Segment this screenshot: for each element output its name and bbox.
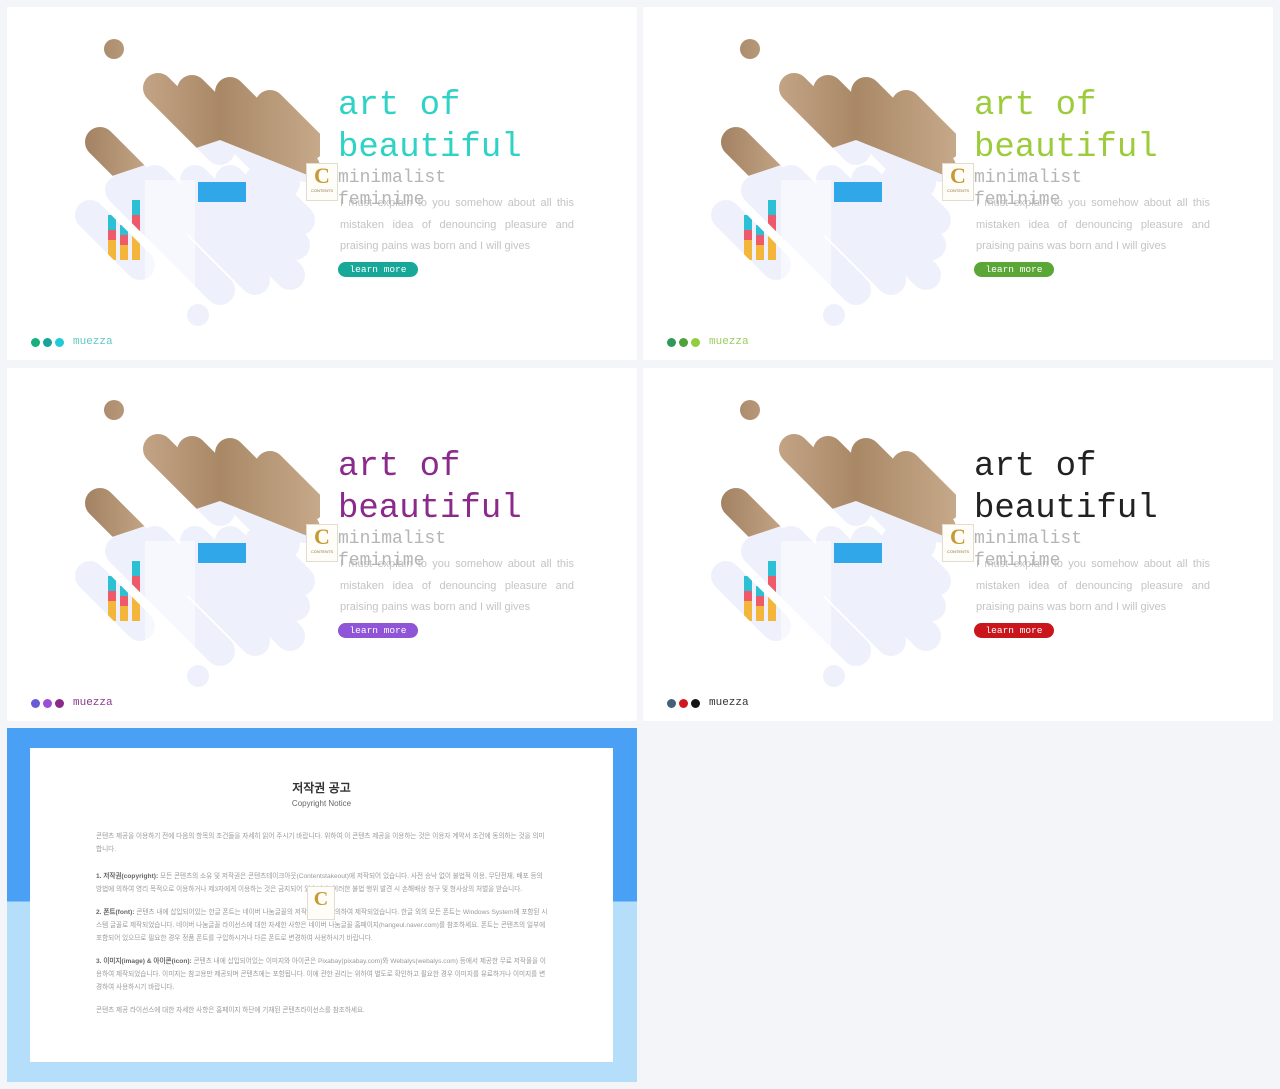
footer-dot-3 <box>55 337 64 347</box>
wood-paper-graphic <box>70 30 320 330</box>
wood-paper-graphic <box>706 30 956 330</box>
footer-dot-2 <box>43 337 52 347</box>
slide-thumbnail-4[interactable]: art of beautiful C CONTENTS I must explai… <box>643 368 1273 721</box>
watermark-logo: C CONTENTS <box>942 524 974 562</box>
slide-title: art of beautiful <box>338 87 522 167</box>
copyright-section-3: 3. 이미지(image) & 아이콘(icon): 콘텐츠 내에 삽입되어있는… <box>96 958 546 991</box>
footer-dot-3 <box>691 698 700 708</box>
slide-subtitle: minimalist feminime <box>974 529 1083 571</box>
footer-dot-1 <box>667 698 676 708</box>
slide-title: art of beautiful <box>974 87 1158 167</box>
copyright-intro: 콘텐츠 제공을 이용하기 전에 다음의 항목의 조건들을 자세히 읽어 주시기 … <box>96 833 545 853</box>
wood-paper-graphic <box>706 391 956 691</box>
brand-name: muezza <box>709 336 749 348</box>
slide-footer: muezza <box>667 697 749 709</box>
slide-thumbnail-3[interactable]: art of beautiful C CONTENTS I must explai… <box>7 368 637 721</box>
footer-dot-2 <box>679 337 688 347</box>
footer-dot-2 <box>43 698 52 708</box>
footer-dot-1 <box>31 698 40 708</box>
learn-more-button[interactable]: learn more <box>338 623 418 638</box>
footer-dot-2 <box>679 698 688 708</box>
watermark-logo: C CONTENTS <box>942 163 974 201</box>
wood-paper-graphic <box>70 391 320 691</box>
learn-more-button[interactable]: learn more <box>338 262 418 277</box>
slide-thumbnail-1[interactable]: art of beautiful C CONTENTS I must explai… <box>7 7 637 360</box>
copyright-outro: 콘텐츠 제공 라이선스에 대한 자세한 사항은 홈페이지 하단에 기재된 콘텐츠… <box>96 1007 365 1014</box>
brand-name: muezza <box>709 697 749 709</box>
slide-title: art of beautiful <box>974 448 1158 528</box>
watermark-logo: C <box>307 886 335 920</box>
slide-subtitle: minimalist feminime <box>974 168 1083 210</box>
footer-dot-1 <box>667 337 676 347</box>
slide-subtitle: minimalist feminime <box>338 168 447 210</box>
slide-subtitle: minimalist feminime <box>338 529 447 571</box>
footer-dot-3 <box>691 337 700 347</box>
slide-thumbnail-2[interactable]: art of beautiful C CONTENTS I must explai… <box>643 7 1273 360</box>
watermark-logo: C CONTENTS <box>306 524 338 562</box>
footer-dot-1 <box>31 337 40 347</box>
copyright-title: 저작권 공고 <box>292 781 351 795</box>
copyright-slide[interactable]: 저작권 공고 Copyright Notice 콘텐츠 제공을 이용하기 전에 … <box>7 728 637 1082</box>
watermark-logo: C CONTENTS <box>306 163 338 201</box>
footer-dot-3 <box>55 698 64 708</box>
learn-more-button[interactable]: learn more <box>974 623 1054 638</box>
slide-title: art of beautiful <box>338 448 522 528</box>
brand-name: muezza <box>73 697 113 709</box>
copyright-subtitle: Copyright Notice <box>291 799 352 808</box>
slide-footer: muezza <box>667 336 749 348</box>
slide-footer: muezza <box>31 697 113 709</box>
learn-more-button[interactable]: learn more <box>974 262 1054 277</box>
brand-name: muezza <box>73 336 113 348</box>
copyright-card: 저작권 공고 Copyright Notice 콘텐츠 제공을 이용하기 전에 … <box>30 748 613 1062</box>
slide-footer: muezza <box>31 336 113 348</box>
